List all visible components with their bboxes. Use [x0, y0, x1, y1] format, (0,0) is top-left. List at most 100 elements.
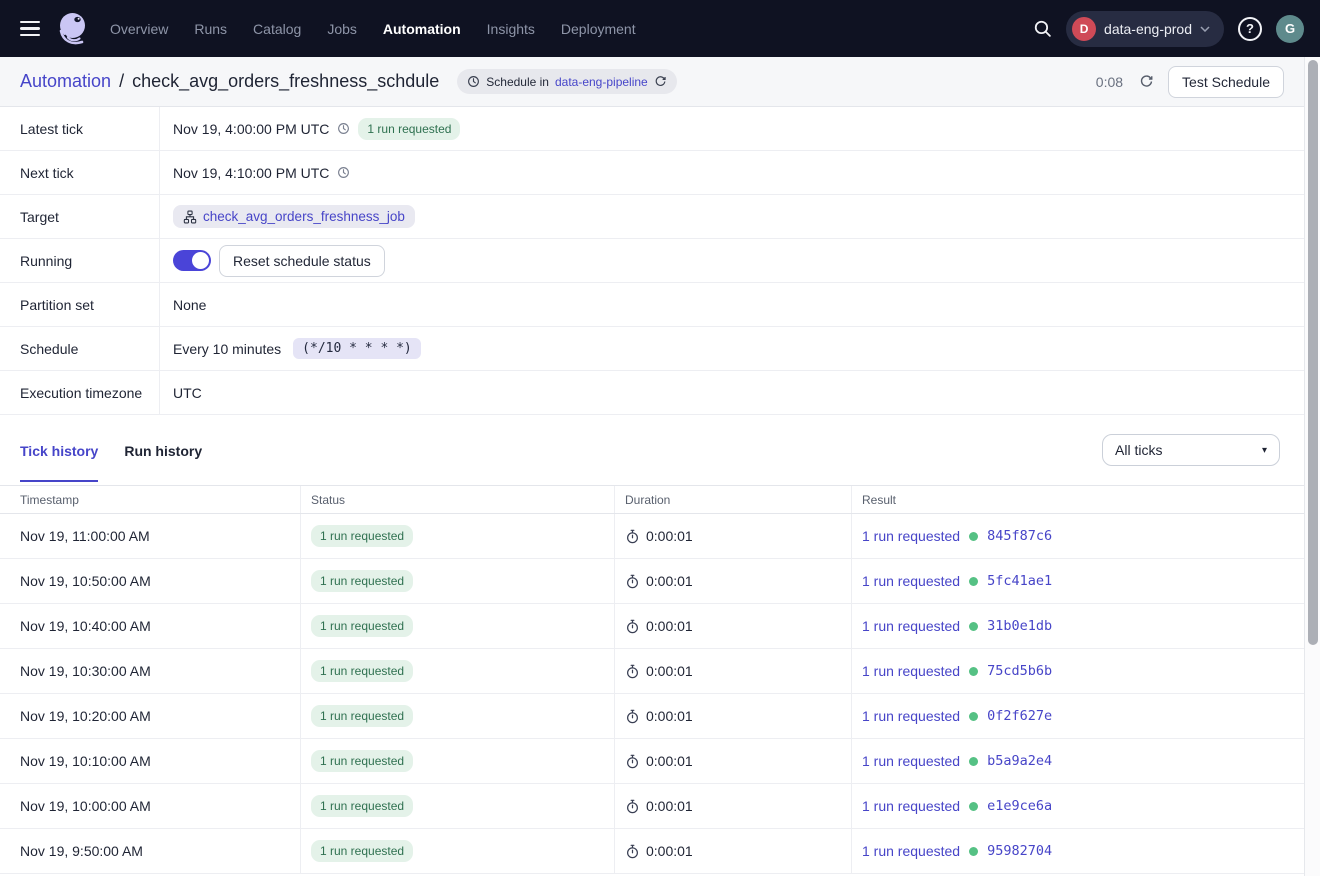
- refresh-button[interactable]: [1139, 74, 1154, 89]
- run-requested-link[interactable]: 1 run requested: [862, 753, 960, 769]
- nav-item-automation[interactable]: Automation: [383, 21, 461, 37]
- detail-label: Next tick: [0, 151, 160, 194]
- tick-timestamp: Nov 19, 10:10:00 AM: [0, 739, 300, 783]
- menu-button[interactable]: [16, 17, 44, 40]
- tab-run-history[interactable]: Run history: [124, 419, 202, 482]
- target-job-pill[interactable]: check_avg_orders_freshness_job: [173, 205, 415, 228]
- tick-history-table: Timestamp Status Duration Result Nov 19,…: [0, 485, 1304, 874]
- refresh-countdown: 0:08: [1096, 74, 1123, 90]
- run-requested-link[interactable]: 1 run requested: [862, 573, 960, 589]
- run-requested-link[interactable]: 1 run requested: [862, 528, 960, 544]
- schedule-location-badge: Schedule in data-eng-pipeline: [457, 69, 676, 94]
- job-icon: [183, 210, 197, 224]
- run-success-dot-icon: [969, 622, 978, 631]
- stopwatch-icon: [625, 664, 640, 679]
- run-success-dot-icon: [969, 757, 978, 766]
- breadcrumb-separator: /: [119, 71, 124, 92]
- detail-row-next-tick: Next tick Nov 19, 4:10:00 PM UTC: [0, 151, 1304, 195]
- running-toggle[interactable]: [173, 250, 211, 271]
- reset-schedule-status-button[interactable]: Reset schedule status: [219, 245, 385, 277]
- nav-item-overview[interactable]: Overview: [110, 21, 168, 37]
- run-id-link[interactable]: 5fc41ae1: [987, 573, 1052, 589]
- test-schedule-button[interactable]: Test Schedule: [1168, 66, 1284, 98]
- tick-duration: 0:00:01: [646, 528, 693, 544]
- tick-status-badge: 1 run requested: [311, 660, 413, 682]
- run-success-dot-icon: [969, 532, 978, 541]
- run-id-link[interactable]: 31b0e1db: [987, 618, 1052, 634]
- nav-item-runs[interactable]: Runs: [194, 21, 227, 37]
- tab-tick-history[interactable]: Tick history: [20, 419, 98, 482]
- detail-row-running: Running Reset schedule status: [0, 239, 1304, 283]
- next-tick-time: Nov 19, 4:10:00 PM UTC: [173, 165, 329, 181]
- tick-timestamp: Nov 19, 10:50:00 AM: [0, 559, 300, 603]
- stopwatch-icon: [625, 619, 640, 634]
- run-id-link[interactable]: 75cd5b6b: [987, 663, 1052, 679]
- tick-status-badge: 1 run requested: [311, 570, 413, 592]
- cron-expression: (*/10 * * * *): [293, 338, 421, 359]
- tick-status-badge: 1 run requested: [311, 615, 413, 637]
- column-header-result: Result: [851, 486, 1304, 513]
- detail-label: Schedule: [0, 327, 160, 370]
- deployment-switcher[interactable]: D data-eng-prod: [1066, 11, 1224, 47]
- table-row: Nov 19, 10:30:00 AM 1 run requested 0:00…: [0, 649, 1304, 694]
- detail-label: Execution timezone: [0, 371, 160, 414]
- tick-filter-selected-value: All ticks: [1115, 442, 1162, 458]
- history-tabs-row: Tick history Run history All ticks ▾: [0, 415, 1304, 485]
- table-row: Nov 19, 11:00:00 AM 1 run requested 0:00…: [0, 514, 1304, 559]
- tick-duration: 0:00:01: [646, 843, 693, 859]
- tick-status-badge: 1 run requested: [311, 705, 413, 727]
- clock-icon: [467, 75, 480, 88]
- partition-set-value: None: [173, 297, 206, 313]
- stopwatch-icon: [625, 844, 640, 859]
- help-button[interactable]: ?: [1238, 17, 1262, 41]
- schedule-details: Latest tick Nov 19, 4:00:00 PM UTC 1 run…: [0, 107, 1304, 415]
- run-id-link[interactable]: 0f2f627e: [987, 708, 1052, 724]
- tick-filter-select[interactable]: All ticks ▾: [1102, 434, 1280, 466]
- run-requested-link[interactable]: 1 run requested: [862, 843, 960, 859]
- vertical-scrollbar: [1305, 57, 1320, 876]
- column-header-status: Status: [300, 486, 614, 513]
- run-requested-link[interactable]: 1 run requested: [862, 618, 960, 634]
- tick-status-badge: 1 run requested: [311, 525, 413, 547]
- stopwatch-icon: [625, 799, 640, 814]
- execution-timezone-value: UTC: [173, 385, 202, 401]
- nav-item-deployment[interactable]: Deployment: [561, 21, 636, 37]
- target-job-link[interactable]: check_avg_orders_freshness_job: [203, 209, 405, 224]
- tick-duration: 0:00:01: [646, 798, 693, 814]
- run-requested-link[interactable]: 1 run requested: [862, 708, 960, 724]
- run-id-link[interactable]: 845f87c6: [987, 528, 1052, 544]
- tick-duration: 0:00:01: [646, 618, 693, 634]
- clock-icon: [337, 166, 350, 179]
- navbar-right: D data-eng-prod ? G: [1033, 11, 1304, 47]
- refresh-icon: [1139, 74, 1154, 89]
- run-success-dot-icon: [969, 577, 978, 586]
- nav-item-jobs[interactable]: Jobs: [327, 21, 357, 37]
- run-id-link[interactable]: 95982704: [987, 843, 1052, 859]
- page-content: Automation / check_avg_orders_freshness_…: [0, 57, 1305, 876]
- run-requested-link[interactable]: 1 run requested: [862, 663, 960, 679]
- tick-duration: 0:00:01: [646, 753, 693, 769]
- run-id-link[interactable]: e1e9ce6a: [987, 798, 1052, 814]
- run-id-link[interactable]: b5a9a2e4: [987, 753, 1052, 769]
- breadcrumb-automation-link[interactable]: Automation: [20, 71, 111, 92]
- search-button[interactable]: [1033, 19, 1052, 38]
- run-success-dot-icon: [969, 712, 978, 721]
- deployment-name: data-eng-prod: [1104, 21, 1192, 37]
- detail-row-schedule: Schedule Every 10 minutes (*/10 * * * *): [0, 327, 1304, 371]
- latest-tick-time: Nov 19, 4:00:00 PM UTC: [173, 121, 329, 137]
- dagster-logo[interactable]: [56, 11, 90, 47]
- tick-timestamp: Nov 19, 11:00:00 AM: [0, 514, 300, 558]
- nav-item-insights[interactable]: Insights: [487, 21, 535, 37]
- user-avatar[interactable]: G: [1276, 15, 1304, 43]
- code-location-link[interactable]: data-eng-pipeline: [555, 75, 648, 89]
- nav-item-catalog[interactable]: Catalog: [253, 21, 301, 37]
- reload-location-icon[interactable]: [654, 75, 667, 88]
- schedule-description: Every 10 minutes: [173, 341, 281, 357]
- column-header-duration: Duration: [614, 486, 851, 513]
- tick-table-body: Nov 19, 11:00:00 AM 1 run requested 0:00…: [0, 514, 1304, 874]
- detail-label: Target: [0, 195, 160, 238]
- top-navbar: Overview Runs Catalog Jobs Automation Insight…: [0, 0, 1320, 57]
- run-requested-link[interactable]: 1 run requested: [862, 798, 960, 814]
- scrollbar-thumb[interactable]: [1308, 60, 1318, 645]
- schedule-name: check_avg_orders_freshness_schdule: [132, 71, 439, 92]
